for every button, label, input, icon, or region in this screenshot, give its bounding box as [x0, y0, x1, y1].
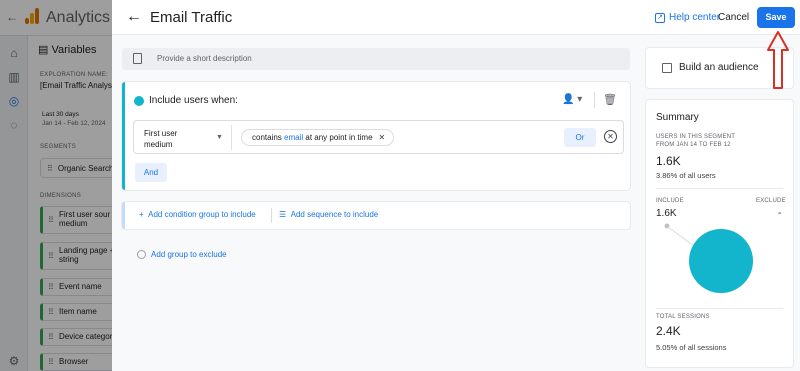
- connector-line: [667, 226, 695, 247]
- save-button[interactable]: Save: [757, 7, 795, 28]
- summary-card: Summary USERS IN THIS SEGMENT FROM JAN 1…: [646, 100, 793, 367]
- condition-pill[interactable]: contains email at any point in time ✕: [241, 129, 395, 146]
- include-condition-group: Include users when: 👤 ▾ 🗑 First user med…: [122, 82, 630, 190]
- circle-icon: [137, 250, 146, 259]
- divider: [656, 308, 783, 309]
- segment-pie-chart: [664, 223, 753, 293]
- segment-builder-dialog: ← Email Traffic ↗ Help center Cancel Save…: [112, 0, 800, 371]
- sessions-percent: 5.05% of all sessions: [656, 343, 727, 352]
- sessions-value: 2.4K: [656, 324, 681, 338]
- annotation-arrow-icon: [767, 31, 789, 89]
- include-pie-slice: [689, 229, 753, 293]
- include-users-label: Include users when:: [149, 95, 238, 106]
- external-link-icon: ↗: [655, 12, 665, 23]
- document-icon: [133, 53, 142, 64]
- summary-title: Summary: [656, 112, 699, 123]
- exclude-label: EXCLUDE: [756, 198, 786, 204]
- sessions-caption: TOTAL SESSIONS: [656, 314, 710, 320]
- cancel-button[interactable]: Cancel: [718, 12, 749, 23]
- remove-condition-icon[interactable]: ✕: [604, 130, 617, 143]
- description-placeholder: Provide a short description: [157, 54, 252, 63]
- users-caption-range: FROM JAN 14 TO FEB 12: [656, 142, 731, 148]
- include-label: INCLUDE: [656, 198, 684, 204]
- build-audience-label: Build an audience: [679, 62, 759, 73]
- dimension-select[interactable]: First user medium: [144, 128, 202, 150]
- divider: [594, 92, 595, 108]
- build-audience-checkbox[interactable]: [662, 63, 672, 73]
- users-value: 1.6K: [656, 154, 681, 168]
- divider: [231, 125, 232, 150]
- add-group-to-exclude-button[interactable]: Add group to exclude: [137, 250, 227, 259]
- and-button[interactable]: And: [135, 163, 167, 182]
- add-bar: + Add condition group to include ☰ Add s…: [122, 202, 630, 229]
- add-sequence-button[interactable]: ☰ Add sequence to include: [279, 210, 378, 219]
- help-center-link[interactable]: ↗ Help center: [655, 12, 720, 23]
- sequence-list-icon: ☰: [279, 210, 287, 219]
- segment-color-dot: [134, 96, 144, 106]
- delete-trash-icon[interactable]: 🗑: [603, 93, 617, 106]
- description-field[interactable]: Provide a short description: [122, 48, 630, 70]
- dialog-header: ← Email Traffic ↗ Help center Cancel Save: [112, 0, 800, 35]
- users-caption: USERS IN THIS SEGMENT: [656, 134, 736, 140]
- condition-row: First user medium ▼ contains email at an…: [133, 120, 624, 154]
- remove-filter-icon[interactable]: ✕: [379, 133, 386, 142]
- divider: [271, 208, 272, 223]
- users-percent: 3.86% of all users: [656, 171, 716, 180]
- scope-person-icon[interactable]: 👤 ▾: [562, 94, 582, 105]
- back-arrow-icon[interactable]: ←: [126, 9, 142, 25]
- dropdown-caret-icon[interactable]: ▼: [216, 134, 223, 141]
- divider: [656, 188, 783, 189]
- or-button[interactable]: Or: [564, 128, 596, 147]
- add-condition-group-button[interactable]: + Add condition group to include: [139, 210, 256, 219]
- segment-title[interactable]: Email Traffic: [150, 9, 232, 26]
